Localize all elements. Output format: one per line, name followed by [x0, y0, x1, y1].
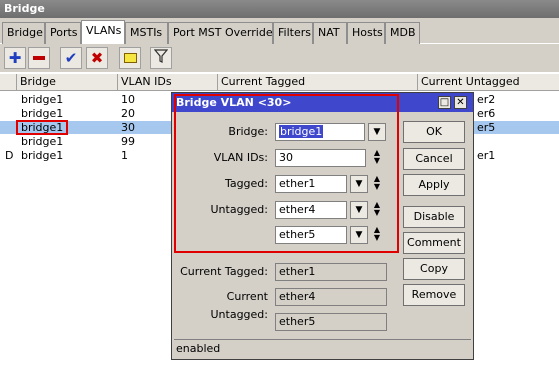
row-bridge: bridge1	[21, 107, 64, 120]
untagged-input-1[interactable]: ether4	[275, 201, 347, 219]
bridge-select[interactable]: bridge1	[275, 123, 365, 141]
tagged-dropdown-icon[interactable]: ▼	[350, 175, 368, 193]
column-bridge[interactable]: Bridge	[17, 74, 118, 91]
comment-button[interactable]	[119, 47, 141, 69]
column-current-tagged[interactable]: Current Tagged	[218, 74, 418, 91]
enable-button[interactable]: ✔	[60, 47, 82, 69]
tagged-add-remove-icon[interactable]: ▲ ▼	[370, 175, 384, 193]
untagged-add-remove-icon[interactable]: ▲ ▼	[370, 201, 384, 219]
bridge-label: Bridge:	[228, 125, 268, 138]
tagged-label: Tagged:	[224, 177, 268, 190]
toolbar: ✚ ✔ ✖	[0, 44, 559, 72]
untagged-label: Untagged:	[210, 203, 269, 216]
plus-icon: ✚	[8, 49, 22, 67]
tab-mstis[interactable]: MSTIs	[125, 22, 168, 44]
current-untagged-value-2: ether5	[275, 313, 387, 331]
dialog-title[interactable]: Bridge VLAN <30> □ ✕	[172, 93, 473, 112]
row-vlan-ids: 30	[121, 121, 135, 134]
dialog-title-text: Bridge VLAN <30>	[176, 96, 292, 109]
row-vlan-ids: 20	[121, 107, 135, 120]
tab-mdb[interactable]: MDB	[385, 22, 420, 44]
untagged-2-dropdown-icon[interactable]: ▼	[350, 226, 368, 244]
tab-hosts[interactable]: Hosts	[347, 22, 385, 44]
row-bridge: bridge1	[21, 93, 64, 106]
filter-icon	[153, 49, 169, 67]
vlan-ids-spinner-icon[interactable]: ▲ ▼	[370, 149, 384, 167]
current-untagged-value-1: ether4	[275, 288, 387, 306]
vlan-ids-label: VLAN IDs:	[213, 151, 268, 164]
tab-filters[interactable]: Filters	[273, 22, 313, 44]
row-current-untagged: er1	[477, 149, 496, 162]
row-bridge: bridge1	[21, 135, 64, 148]
row-bridge: bridge1	[16, 120, 69, 135]
apply-button[interactable]: Apply	[403, 174, 465, 196]
window-title: Bridge	[0, 0, 559, 18]
row-vlan-ids: 99	[121, 135, 135, 148]
disable-button[interactable]: Disable	[403, 206, 465, 228]
vlan-ids-input[interactable]: 30	[275, 149, 366, 167]
column-current-untagged[interactable]: Current Untagged	[418, 74, 559, 91]
ok-button[interactable]: OK	[403, 121, 465, 143]
tab-bridge[interactable]: Bridge	[2, 22, 45, 44]
maximize-icon[interactable]: □	[438, 96, 451, 109]
current-tagged-label: Current Tagged:	[180, 265, 268, 278]
row-current-untagged: er2	[477, 93, 496, 106]
flag-column-header	[0, 74, 17, 91]
tab-bar: Bridge Ports VLANs MSTIs Port MST Overri…	[0, 18, 559, 44]
tagged-input[interactable]: ether1	[275, 175, 347, 193]
tab-ports[interactable]: Ports	[45, 22, 81, 44]
bridge-value: bridge1	[279, 125, 324, 138]
status-bar: enabled	[174, 339, 471, 359]
tab-port-mst-overrides[interactable]: Port MST Overrides	[168, 22, 278, 44]
column-vlan-ids[interactable]: VLAN IDs	[118, 74, 218, 91]
row-vlan-ids: 1	[121, 149, 128, 162]
untagged-2-add-remove-icon[interactable]: ▲ ▼	[370, 226, 384, 244]
untagged-input-2[interactable]: ether5	[275, 226, 347, 244]
row-bridge: bridge1	[21, 149, 64, 162]
copy-button[interactable]: Copy	[403, 258, 465, 280]
row-flag: D	[5, 149, 14, 162]
row-current-untagged: er6	[477, 107, 496, 120]
untagged-dropdown-icon[interactable]: ▼	[350, 201, 368, 219]
filter-button[interactable]	[150, 47, 172, 69]
remove-button[interactable]	[28, 47, 50, 69]
comment-button[interactable]: Comment	[403, 232, 465, 254]
current-untagged-label: Current Untagged:	[210, 290, 269, 321]
close-icon[interactable]: ✕	[454, 96, 467, 109]
row-current-untagged: er5	[477, 121, 496, 134]
table-header: Bridge VLAN IDs Current Tagged Current U…	[0, 74, 559, 91]
minus-icon	[33, 56, 45, 60]
disable-button[interactable]: ✖	[86, 47, 108, 69]
row-vlan-ids: 10	[121, 93, 135, 106]
tab-vlans[interactable]: VLANs	[81, 20, 125, 44]
x-icon: ✖	[90, 49, 104, 67]
tab-nat[interactable]: NAT	[313, 22, 347, 44]
remove-button[interactable]: Remove	[403, 284, 465, 306]
current-tagged-value: ether1	[275, 263, 387, 281]
note-icon	[123, 53, 137, 63]
add-button[interactable]: ✚	[4, 47, 26, 69]
check-icon: ✔	[64, 49, 78, 67]
bridge-dropdown-icon[interactable]: ▼	[368, 123, 386, 141]
cancel-button[interactable]: Cancel	[403, 148, 465, 170]
